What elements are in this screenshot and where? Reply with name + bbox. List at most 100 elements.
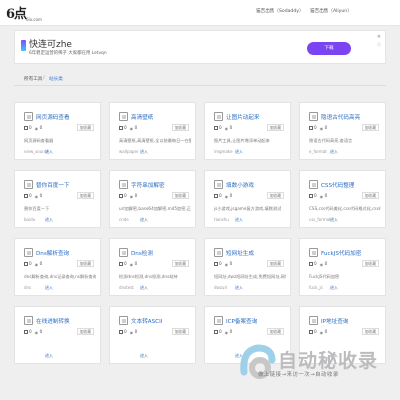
tool-title[interactable]: 替你百度一下	[36, 181, 70, 189]
tool-title[interactable]: 让图片动起来	[226, 113, 260, 121]
tool-stats: 0 ◉ 0	[24, 329, 42, 335]
like-icon[interactable]	[309, 126, 313, 130]
view-count: 0	[39, 193, 43, 198]
tool-title[interactable]: 填数小游戏	[226, 181, 254, 189]
tool-title[interactable]: 隐语古代码高亮	[321, 113, 360, 121]
tool-title[interactable]: 字符串加解密	[131, 181, 165, 189]
like-icon[interactable]	[24, 194, 28, 198]
like-icon[interactable]	[309, 262, 313, 266]
add-favorite-button[interactable]: 加收藏	[171, 260, 189, 267]
add-favorite-button[interactable]: 加收藏	[76, 260, 94, 267]
add-favorite-button[interactable]: 加收藏	[171, 124, 189, 131]
tool-icon	[214, 248, 223, 257]
like-icon[interactable]	[214, 330, 218, 334]
add-favorite-button[interactable]: 加收藏	[361, 328, 379, 335]
enter-link[interactable]: 进入	[45, 285, 53, 291]
add-favorite-button[interactable]: 加收藏	[361, 124, 379, 131]
top-link-sodaddy[interactable]: 猫吉出售（Sodaddy）	[256, 8, 304, 14]
tool-card[interactable]: CSS代码整理 0◉0 加收藏 CSS,css代码美化,css代码格式化,css代码.…	[299, 170, 386, 228]
tool-slug: cnde	[119, 217, 129, 222]
enter-link[interactable]: 进入	[45, 217, 53, 223]
tool-card[interactable]: 填数小游戏 0 ◉ 0 加收藏 js小游戏,jsgame复方游戏,填数测试 tianshu 进…	[204, 170, 291, 228]
add-favorite-button[interactable]: 加收藏	[266, 124, 284, 131]
tool-card[interactable]: Dns解析查询 0 ◉ 0 加收藏 dns解析查询,dns记录查询,ns解析查询 dns 进入	[14, 238, 101, 296]
add-favorite-button[interactable]: 加收藏	[76, 328, 94, 335]
close-icon[interactable]: ✕	[377, 34, 381, 40]
like-icon[interactable]	[119, 126, 123, 130]
enter-link[interactable]: 进入	[45, 353, 53, 359]
breadcrumb-webmaster[interactable]: 站长类	[49, 76, 63, 82]
enter-link[interactable]: 进入	[140, 285, 148, 291]
like-icon[interactable]	[214, 262, 218, 266]
add-favorite-button[interactable]: 加收藏	[266, 328, 284, 335]
like-icon[interactable]	[214, 194, 218, 198]
like-icon[interactable]	[24, 126, 28, 130]
tool-card[interactable]: 在线进制转换 0 ◉ 0 加收藏进入	[14, 306, 101, 364]
add-favorite-button[interactable]: 加收藏	[76, 124, 94, 131]
enter-link[interactable]: 进入	[140, 149, 148, 155]
tool-card[interactable]: 让图片动起来 0 ◉ 0 加收藏 图片工具,让图片增添单动起来 imgmake 进入	[204, 102, 291, 160]
breadcrumb-separator: /	[43, 76, 45, 81]
tool-card[interactable]: 字符串加解密 0◉0 加收藏 url加解密,base64加解密,md5加密,正则...…	[109, 170, 196, 228]
like-count: 0	[124, 329, 127, 334]
add-favorite-button[interactable]: 加收藏	[266, 192, 284, 199]
tool-slug: css_format	[309, 217, 331, 222]
like-icon[interactable]	[214, 126, 218, 130]
like-icon[interactable]	[24, 262, 28, 266]
enter-link[interactable]: 进入	[235, 285, 243, 291]
like-count: 0	[124, 193, 127, 198]
like-icon[interactable]	[119, 262, 123, 266]
enter-link[interactable]: 进入	[140, 353, 148, 359]
tool-title[interactable]: 在线进制转换	[36, 317, 70, 325]
tool-card[interactable]: 文本转ASCII 0 ◉ 0 加收藏进入	[109, 306, 196, 364]
tool-title[interactable]: CSS代码整理	[321, 181, 354, 189]
enter-link[interactable]: 进入	[45, 149, 53, 155]
tool-title[interactable]: Dns检测	[131, 249, 153, 257]
enter-link[interactable]: 进入	[330, 149, 338, 155]
add-favorite-button[interactable]: 加收藏	[171, 328, 189, 335]
tool-stats: 0 ◉ 0	[309, 261, 327, 267]
tool-title[interactable]: 网页源码查看	[36, 113, 70, 121]
tool-card[interactable]: 替你百度一下 0 ◉ 0 加收藏 替你百度一下 baidu 进入	[14, 170, 101, 228]
like-icon[interactable]	[309, 330, 313, 334]
eye-icon: ◉	[34, 330, 39, 335]
enter-link[interactable]: 进入	[140, 217, 148, 223]
info-icon[interactable]: ⓘ	[377, 42, 381, 48]
enter-link[interactable]: 进入	[235, 149, 243, 155]
add-favorite-button[interactable]: 加收藏	[361, 192, 379, 199]
tool-card[interactable]: 高清壁纸 0 ◉ 0 加收藏 高清壁纸,高清壁纸,全以前最每日一在壁纸 wallpaper 进…	[109, 102, 196, 160]
add-favorite-button[interactable]: 加收藏	[266, 260, 284, 267]
ad-title: 快连可zhe	[29, 40, 72, 50]
tool-title[interactable]: 高清壁纸	[131, 113, 153, 121]
tool-card[interactable]: 网页源码查看 0 ◉ 0 加收藏 网页源码查看器 view_source 进入	[14, 102, 101, 160]
breadcrumb-all-tools[interactable]: 所有工具	[24, 76, 42, 82]
tool-card[interactable]: FuckJS代码加密 0 ◉ 0 加收藏 FuckJS代码加密 fuck_js 进入	[299, 238, 386, 296]
tool-card[interactable]: 短网址生成 0 ◉ 0 加收藏 短网址,dwz短网址生成,免费短网址,网址... dwzur…	[204, 238, 291, 296]
like-icon[interactable]	[309, 194, 313, 198]
tool-card[interactable]: Dns检测 0 ◉ 0 加收藏 检测dns检测,dns检测,dns劫持 dnstest 进入	[109, 238, 196, 296]
like-icon[interactable]	[24, 330, 28, 334]
site-logo[interactable]: 6点 6lo.com	[6, 3, 50, 23]
tool-title[interactable]: FuckJS代码加密	[321, 249, 361, 257]
tool-title[interactable]: ICP备案查询	[226, 317, 257, 325]
add-favorite-button[interactable]: 加收藏	[76, 192, 94, 199]
tool-title[interactable]: Dns解析查询	[36, 249, 69, 257]
enter-link[interactable]: 进入	[330, 285, 338, 291]
like-count: 0	[314, 261, 317, 266]
ad-banner[interactable]: 快连可zhe 6年稳定运营的稀子 大家都在用 Letvqn 下载 ✕ ⓘ	[14, 30, 386, 64]
eye-icon: ◉	[34, 194, 39, 199]
tool-title[interactable]: IP地址查询	[321, 317, 348, 325]
like-icon[interactable]	[119, 194, 123, 198]
like-icon[interactable]	[119, 330, 123, 334]
top-link-aliyun[interactable]: 猫吉出售（Aliyun）	[310, 8, 352, 14]
tool-stats: 0 ◉ 0	[309, 125, 327, 131]
tool-title[interactable]: 短网址生成	[226, 249, 254, 257]
add-favorite-button[interactable]: 加收藏	[171, 192, 189, 199]
ad-download-button[interactable]: 下载	[307, 42, 351, 55]
enter-link[interactable]: 进入	[330, 217, 338, 223]
add-favorite-button[interactable]: 加收藏	[361, 260, 379, 267]
tool-title[interactable]: 文本转ASCII	[131, 317, 162, 325]
enter-link[interactable]: 进入	[235, 217, 243, 223]
tool-card[interactable]: 隐语古代码高亮 0 ◉ 0 加收藏 隐语古代码高亮,查语言 e_format 进入	[299, 102, 386, 160]
tool-stats: 0 ◉ 0	[119, 329, 137, 335]
